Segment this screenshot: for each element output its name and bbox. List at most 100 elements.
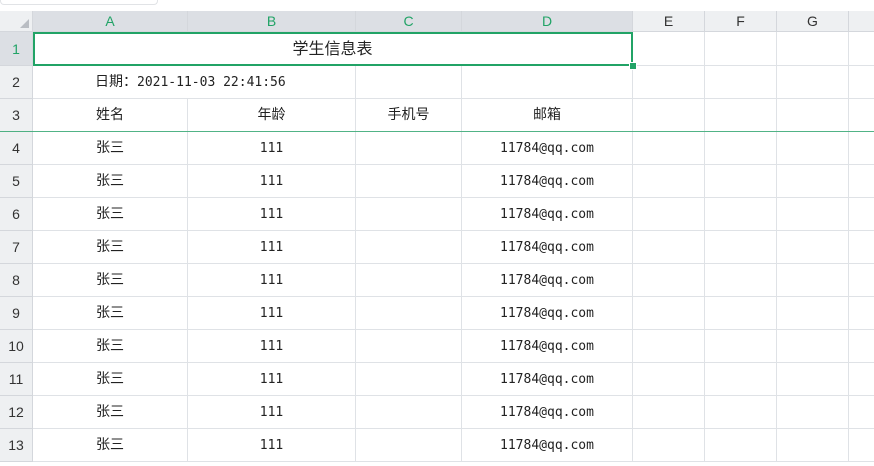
cell-name[interactable]: 张三 xyxy=(33,231,188,264)
row-header-1[interactable]: 1 xyxy=(0,32,33,66)
empty-cell[interactable] xyxy=(849,165,874,198)
cell-email[interactable]: 11784@qq.com xyxy=(462,330,633,363)
empty-cell[interactable] xyxy=(633,132,705,165)
column-header-h[interactable] xyxy=(849,11,874,32)
column-header-c[interactable]: C xyxy=(356,11,462,32)
empty-cell[interactable] xyxy=(849,99,874,132)
empty-cell[interactable] xyxy=(777,198,849,231)
empty-cell[interactable] xyxy=(705,32,777,66)
cell-email[interactable]: 11784@qq.com xyxy=(462,429,633,462)
empty-cell[interactable] xyxy=(777,429,849,462)
column-header-f[interactable]: F xyxy=(705,11,777,32)
cell-c2[interactable] xyxy=(356,66,462,99)
empty-cell[interactable] xyxy=(705,198,777,231)
empty-cell[interactable] xyxy=(849,297,874,330)
cell-phone[interactable] xyxy=(356,165,462,198)
cell-name[interactable]: 张三 xyxy=(33,330,188,363)
column-header-a[interactable]: A xyxy=(33,11,188,32)
empty-cell[interactable] xyxy=(849,264,874,297)
freeze-pane-line[interactable] xyxy=(0,131,874,132)
empty-cell[interactable] xyxy=(705,363,777,396)
empty-cell[interactable] xyxy=(705,165,777,198)
empty-cell[interactable] xyxy=(777,66,849,99)
cell-age[interactable]: 111 xyxy=(188,396,356,429)
empty-cell[interactable] xyxy=(849,32,874,66)
row-header-5[interactable]: 5 xyxy=(0,165,33,198)
empty-cell[interactable] xyxy=(705,231,777,264)
empty-cell[interactable] xyxy=(849,396,874,429)
row-header-2[interactable]: 2 xyxy=(0,66,33,99)
cell-name[interactable]: 张三 xyxy=(33,363,188,396)
title-cell[interactable]: 学生信息表 xyxy=(33,32,633,66)
empty-cell[interactable] xyxy=(633,198,705,231)
column-header-d[interactable]: D xyxy=(462,11,633,32)
row-header-10[interactable]: 10 xyxy=(0,330,33,363)
cell-email[interactable]: 11784@qq.com xyxy=(462,132,633,165)
empty-cell[interactable] xyxy=(849,429,874,462)
empty-cell[interactable] xyxy=(633,330,705,363)
empty-cell[interactable] xyxy=(849,231,874,264)
cell-phone[interactable] xyxy=(356,396,462,429)
cell-email[interactable]: 11784@qq.com xyxy=(462,231,633,264)
cell-phone[interactable] xyxy=(356,198,462,231)
empty-cell[interactable] xyxy=(705,330,777,363)
empty-cell[interactable] xyxy=(777,99,849,132)
cell-phone[interactable] xyxy=(356,297,462,330)
cell-name[interactable]: 张三 xyxy=(33,198,188,231)
row-header-12[interactable]: 12 xyxy=(0,396,33,429)
cell-phone[interactable] xyxy=(356,363,462,396)
cell-name[interactable]: 张三 xyxy=(33,264,188,297)
empty-cell[interactable] xyxy=(705,132,777,165)
empty-cell[interactable] xyxy=(633,363,705,396)
cell-phone[interactable] xyxy=(356,264,462,297)
empty-cell[interactable] xyxy=(777,396,849,429)
empty-cell[interactable] xyxy=(849,198,874,231)
empty-cell[interactable] xyxy=(705,99,777,132)
header-name-cell[interactable]: 姓名 xyxy=(33,99,188,132)
empty-cell[interactable] xyxy=(849,363,874,396)
cell-age[interactable]: 111 xyxy=(188,165,356,198)
empty-cell[interactable] xyxy=(849,330,874,363)
cell-phone[interactable] xyxy=(356,429,462,462)
row-header-9[interactable]: 9 xyxy=(0,297,33,330)
cell-email[interactable]: 11784@qq.com xyxy=(462,297,633,330)
empty-cell[interactable] xyxy=(849,66,874,99)
empty-cell[interactable] xyxy=(777,132,849,165)
empty-cell[interactable] xyxy=(777,32,849,66)
select-all-corner[interactable] xyxy=(0,11,33,32)
empty-cell[interactable] xyxy=(705,264,777,297)
empty-cell[interactable] xyxy=(705,297,777,330)
header-email-cell[interactable]: 邮箱 xyxy=(462,99,633,132)
empty-cell[interactable] xyxy=(705,66,777,99)
header-phone-cell[interactable]: 手机号 xyxy=(356,99,462,132)
empty-cell[interactable] xyxy=(777,363,849,396)
header-age-cell[interactable]: 年龄 xyxy=(188,99,356,132)
cell-email[interactable]: 11784@qq.com xyxy=(462,396,633,429)
empty-cell[interactable] xyxy=(633,396,705,429)
empty-cell[interactable] xyxy=(849,132,874,165)
cell-name[interactable]: 张三 xyxy=(33,396,188,429)
row-header-11[interactable]: 11 xyxy=(0,363,33,396)
empty-cell[interactable] xyxy=(705,429,777,462)
row-header-3[interactable]: 3 xyxy=(0,99,33,132)
cell-phone[interactable] xyxy=(356,231,462,264)
empty-cell[interactable] xyxy=(705,396,777,429)
cell-email[interactable]: 11784@qq.com xyxy=(462,264,633,297)
row-header-7[interactable]: 7 xyxy=(0,231,33,264)
cell-name[interactable]: 张三 xyxy=(33,297,188,330)
row-header-8[interactable]: 8 xyxy=(0,264,33,297)
empty-cell[interactable] xyxy=(633,429,705,462)
empty-cell[interactable] xyxy=(633,66,705,99)
cell-d2[interactable] xyxy=(462,66,633,99)
cell-age[interactable]: 111 xyxy=(188,363,356,396)
row-header-4[interactable]: 4 xyxy=(0,132,33,165)
column-header-g[interactable]: G xyxy=(777,11,849,32)
cell-email[interactable]: 11784@qq.com xyxy=(462,363,633,396)
cell-age[interactable]: 111 xyxy=(188,297,356,330)
empty-cell[interactable] xyxy=(633,231,705,264)
row-header-13[interactable]: 13 xyxy=(0,429,33,462)
empty-cell[interactable] xyxy=(777,231,849,264)
column-header-b[interactable]: B xyxy=(188,11,356,32)
date-cell[interactable]: 日期：2021-11-03 22:41:56 xyxy=(33,66,356,99)
empty-cell[interactable] xyxy=(777,297,849,330)
